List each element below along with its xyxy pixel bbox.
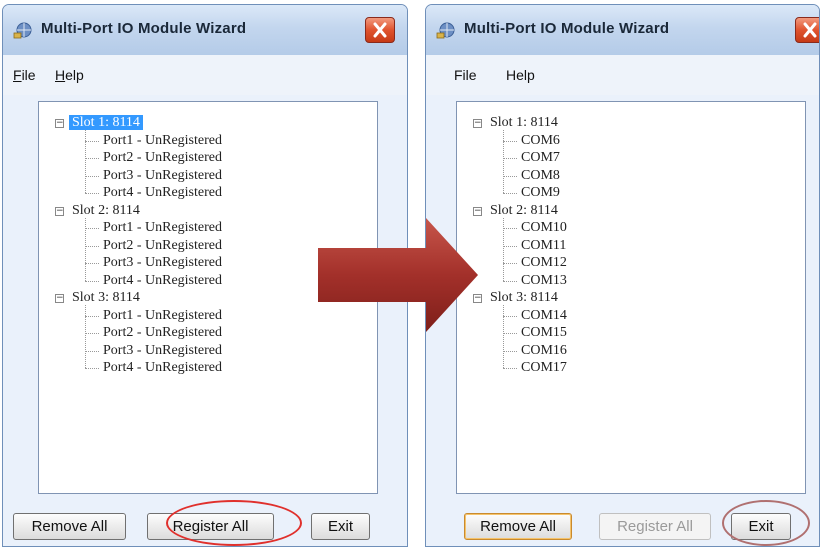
register-all-button[interactable]: Register All [599, 513, 711, 540]
tree-connector [85, 368, 99, 369]
tree-port-node[interactable]: Port3 - UnRegistered [103, 254, 222, 272]
tree-connector [85, 333, 99, 334]
tree-connector [503, 228, 517, 229]
tree-port-node[interactable]: COM15 [521, 324, 567, 342]
tree-port-node[interactable]: COM7 [521, 149, 560, 167]
tree-port-node[interactable]: Port3 - UnRegistered [103, 167, 222, 185]
tree-connector [503, 175, 517, 177]
slot-label: Slot 2: 8114 [72, 202, 140, 218]
tree-port-node[interactable]: COM12 [521, 254, 567, 272]
tree-connector [85, 305, 86, 368]
menu-help[interactable]: Help [55, 67, 84, 83]
tree-port-node[interactable]: COM13 [521, 272, 567, 290]
close-button[interactable] [795, 17, 819, 43]
tree-connector [503, 158, 517, 159]
tree-connector [85, 228, 99, 229]
tree-connector [85, 140, 99, 142]
tree-port-node[interactable]: Port2 - UnRegistered [103, 324, 222, 342]
tree-collapse-icon[interactable]: − [473, 119, 482, 128]
slot-label: Slot 1: 8114 [69, 115, 143, 130]
tree-connector [85, 175, 99, 177]
title-bar[interactable]: Multi-Port IO Module Wizard [426, 5, 819, 56]
menu-help[interactable]: Help [506, 67, 535, 83]
tree-port-node[interactable]: COM14 [521, 307, 567, 325]
tree-connector [85, 263, 99, 264]
tree-connector [503, 130, 504, 193]
tree-connector [503, 333, 517, 334]
tree-connector [85, 130, 86, 193]
tree-connector [85, 350, 99, 352]
slot-label: Slot 3: 8114 [72, 290, 140, 305]
tree-connector [85, 158, 99, 159]
tree-slot-node[interactable]: Slot 2: 8114 [69, 202, 143, 220]
close-icon [373, 22, 387, 38]
tree-port-node[interactable]: Port4 - UnRegistered [103, 184, 222, 202]
network-globe-icon [436, 22, 455, 39]
remove-all-button[interactable]: Remove All [13, 513, 126, 540]
tree-port-node[interactable]: COM10 [521, 219, 567, 237]
tree-port-node[interactable]: COM9 [521, 184, 560, 202]
tree-port-node[interactable]: COM6 [521, 132, 560, 150]
tree-connector [503, 217, 504, 281]
tree-collapse-icon[interactable]: − [473, 206, 482, 216]
menu-bar: File Help [3, 55, 407, 95]
tree-connector [503, 280, 517, 282]
close-button[interactable] [365, 17, 395, 43]
tree-connector [503, 245, 517, 247]
tree-connector [85, 280, 99, 282]
menu-bar: File Help [426, 55, 819, 95]
window-title: Multi-Port IO Module Wizard [464, 20, 670, 37]
tree-slot-node[interactable]: Slot 3: 8114 [69, 289, 143, 307]
tree-port-node[interactable]: Port1 - UnRegistered [103, 219, 222, 237]
tree-port-node[interactable]: Port1 - UnRegistered [103, 132, 222, 150]
tree-connector [503, 315, 517, 317]
slot-label: Slot 1: 8114 [490, 115, 558, 130]
wizard-window-after: Multi-Port IO Module Wizard File Help − S… [425, 4, 820, 547]
menu-file[interactable]: File [454, 67, 477, 83]
tree-collapse-icon[interactable]: − [55, 119, 64, 128]
title-bar[interactable]: Multi-Port IO Module Wizard [3, 5, 407, 56]
network-globe-icon [13, 22, 32, 39]
tree-collapse-icon[interactable]: − [55, 206, 64, 216]
menu-file[interactable]: File [13, 67, 36, 83]
tree-connector [503, 368, 517, 369]
tree-slot-node[interactable]: Slot 1: 8114 [69, 114, 143, 132]
tree-slot-node[interactable]: Slot 1: 8114 [487, 114, 561, 132]
exit-button[interactable]: Exit [731, 513, 791, 540]
tree-port-node[interactable]: Port2 - UnRegistered [103, 149, 222, 167]
slot-tree[interactable]: − Slot 1: 8114 COM6 COM7 COM8 COM9− Slot 2: 81… [456, 101, 806, 494]
tree-collapse-icon[interactable]: − [55, 294, 64, 303]
tree-slot-node[interactable]: Slot 2: 8114 [487, 202, 561, 220]
tree-slot-node[interactable]: Slot 3: 8114 [487, 289, 561, 307]
remove-all-button[interactable]: Remove All [464, 513, 572, 540]
tree-port-node[interactable]: Port4 - UnRegistered [103, 359, 222, 377]
tree-connector [85, 217, 86, 281]
window-title: Multi-Port IO Module Wizard [41, 20, 247, 37]
tree-port-node[interactable]: Port1 - UnRegistered [103, 307, 222, 325]
tree-connector [503, 350, 517, 352]
tree-connector [85, 193, 99, 194]
tree-connector [503, 193, 517, 194]
close-icon [803, 22, 817, 38]
slot-label: Slot 2: 8114 [490, 202, 558, 218]
tree-connector [503, 140, 517, 142]
tree-connector [503, 305, 504, 368]
tree-port-node[interactable]: Port2 - UnRegistered [103, 237, 222, 255]
tree-connector [85, 245, 99, 247]
tree-connector [503, 263, 517, 264]
tree-port-node[interactable]: COM11 [521, 237, 566, 255]
tree-port-node[interactable]: Port3 - UnRegistered [103, 342, 222, 360]
register-all-button[interactable]: Register All [147, 513, 274, 540]
tree-port-node[interactable]: COM16 [521, 342, 567, 360]
right-arrow-icon [318, 218, 478, 332]
tree-port-node[interactable]: COM17 [521, 359, 567, 377]
tree-port-node[interactable]: COM8 [521, 167, 560, 185]
slot-label: Slot 3: 8114 [490, 290, 558, 305]
exit-button[interactable]: Exit [311, 513, 370, 540]
tree-port-node[interactable]: Port4 - UnRegistered [103, 272, 222, 290]
tree-connector [85, 315, 99, 317]
